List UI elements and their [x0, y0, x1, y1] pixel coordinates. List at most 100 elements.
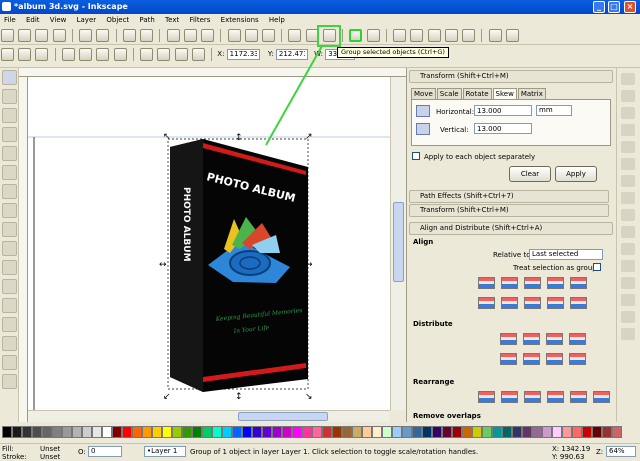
color-swatch[interactable]	[222, 426, 232, 438]
fill-value[interactable]: Unset	[40, 445, 60, 453]
layers-icon[interactable]	[427, 29, 441, 42]
tab-skew[interactable]: Skew	[492, 88, 517, 99]
lower-icon[interactable]	[174, 48, 188, 61]
selector-tool-icon[interactable]	[2, 70, 17, 85]
color-swatch[interactable]	[192, 426, 202, 438]
snap-paths-icon[interactable]	[621, 192, 635, 204]
color-swatch[interactable]	[72, 426, 82, 438]
color-swatch[interactable]	[522, 426, 532, 438]
unclump-icon[interactable]	[593, 391, 610, 403]
snap-object-midpoints-icon[interactable]	[621, 260, 635, 272]
color-swatch[interactable]	[432, 426, 442, 438]
color-swatch[interactable]	[612, 426, 622, 438]
color-swatch[interactable]	[182, 426, 192, 438]
color-swatch[interactable]	[232, 426, 242, 438]
flip-vertical-icon[interactable]	[113, 48, 127, 61]
snap-page-icon[interactable]	[621, 294, 635, 306]
snap-grid-icon[interactable]	[621, 311, 635, 323]
align-dialog-header[interactable]: Align and Distribute (Shift+Ctrl+A)	[409, 222, 613, 235]
path-effects-header[interactable]: Path Effects (Shift+Ctrl+7)	[409, 190, 609, 203]
center-vertical-icon[interactable]	[524, 277, 541, 289]
color-swatch[interactable]	[352, 426, 362, 438]
horizontal-scrollbar[interactable]	[28, 410, 390, 422]
horizontal-input[interactable]	[474, 105, 532, 116]
x-input[interactable]	[226, 48, 260, 60]
color-swatch[interactable]	[272, 426, 282, 438]
pen-tool-icon[interactable]	[2, 279, 17, 294]
snap-nodes-icon[interactable]	[621, 175, 635, 187]
align-top-edge-icon[interactable]	[478, 297, 495, 309]
deselect-icon[interactable]	[35, 48, 49, 61]
measure-tool-icon[interactable]	[2, 146, 17, 161]
zoom-tool-icon[interactable]	[2, 127, 17, 142]
color-swatch[interactable]	[512, 426, 522, 438]
tab-matrix[interactable]: Matrix	[517, 88, 546, 99]
color-swatch[interactable]	[542, 426, 552, 438]
spray-tool-icon[interactable]	[2, 336, 17, 351]
text-font-icon[interactable]	[410, 29, 424, 42]
color-swatch[interactable]	[122, 426, 132, 438]
clone-icon[interactable]	[305, 29, 319, 42]
fill-stroke-icon[interactable]	[393, 29, 407, 42]
align-left-edge-icon[interactable]	[570, 277, 587, 289]
cut-icon[interactable]	[183, 29, 197, 42]
export-icon[interactable]	[96, 29, 110, 42]
color-swatch[interactable]	[292, 426, 302, 438]
align-baseline-icon[interactable]	[570, 297, 587, 309]
handle-w[interactable]: ↔	[159, 260, 167, 270]
clear-button[interactable]: Clear	[509, 166, 551, 182]
save-icon[interactable]	[35, 29, 49, 42]
distribute-top-icon[interactable]	[500, 353, 517, 365]
color-swatch[interactable]	[172, 426, 182, 438]
color-swatch[interactable]	[602, 426, 612, 438]
color-swatch[interactable]	[112, 426, 122, 438]
handle-nw[interactable]: ↖	[163, 132, 171, 142]
color-swatch[interactable]	[12, 426, 22, 438]
color-swatch[interactable]	[442, 426, 452, 438]
exchange-z-icon[interactable]	[524, 391, 541, 403]
copy-icon[interactable]	[166, 29, 180, 42]
color-swatch[interactable]	[592, 426, 602, 438]
handle-e[interactable]: ↔	[305, 260, 313, 270]
menu-edit[interactable]: Edit	[26, 16, 40, 24]
print-icon[interactable]	[52, 29, 66, 42]
align-bottom-icon[interactable]	[547, 297, 564, 309]
color-swatch[interactable]	[282, 426, 292, 438]
align-left-icon[interactable]	[501, 277, 518, 289]
menu-text[interactable]: Text	[165, 16, 179, 24]
y-input[interactable]	[275, 48, 308, 60]
distribute-center-icon[interactable]	[523, 333, 540, 345]
raise-icon[interactable]	[157, 48, 171, 61]
snap-toggle-icon[interactable]	[621, 73, 635, 85]
snap-bbox-icon[interactable]	[621, 90, 635, 102]
color-swatch[interactable]	[332, 426, 342, 438]
open-icon[interactable]	[18, 29, 32, 42]
menu-path[interactable]: Path	[139, 16, 154, 24]
align-right-edge-icon[interactable]	[478, 277, 495, 289]
snap-guides-icon[interactable]	[621, 328, 635, 340]
spiral-tool-icon[interactable]	[2, 241, 17, 256]
align-top-icon[interactable]	[501, 297, 518, 309]
color-swatch[interactable]	[342, 426, 352, 438]
tweak-tool-icon[interactable]	[2, 108, 17, 123]
snap-intersections-icon[interactable]	[621, 209, 635, 221]
text-tool-icon[interactable]	[2, 317, 17, 332]
menu-view[interactable]: View	[50, 16, 67, 24]
raise-to-top-icon[interactable]	[140, 48, 154, 61]
opacity-input[interactable]: 0	[88, 446, 122, 457]
paste-icon[interactable]	[201, 29, 215, 42]
color-swatch[interactable]	[582, 426, 592, 438]
handle-s[interactable]: ↕	[235, 392, 243, 402]
group-icon[interactable]	[349, 29, 363, 42]
exchange-clockwise-icon[interactable]	[547, 391, 564, 403]
minimize-button[interactable]: _	[593, 1, 605, 13]
graph-layout-icon[interactable]	[478, 391, 495, 403]
new-document-icon[interactable]	[1, 29, 14, 42]
menu-filters[interactable]: Filters	[189, 16, 210, 24]
snap-cusp-icon[interactable]	[621, 226, 635, 238]
zoom-page-icon[interactable]	[261, 29, 275, 42]
tab-scale[interactable]: Scale	[436, 88, 462, 99]
relative-to-select[interactable]: Last selected	[529, 249, 603, 260]
color-swatch[interactable]	[252, 426, 262, 438]
rotate-cw-icon[interactable]	[79, 48, 93, 61]
